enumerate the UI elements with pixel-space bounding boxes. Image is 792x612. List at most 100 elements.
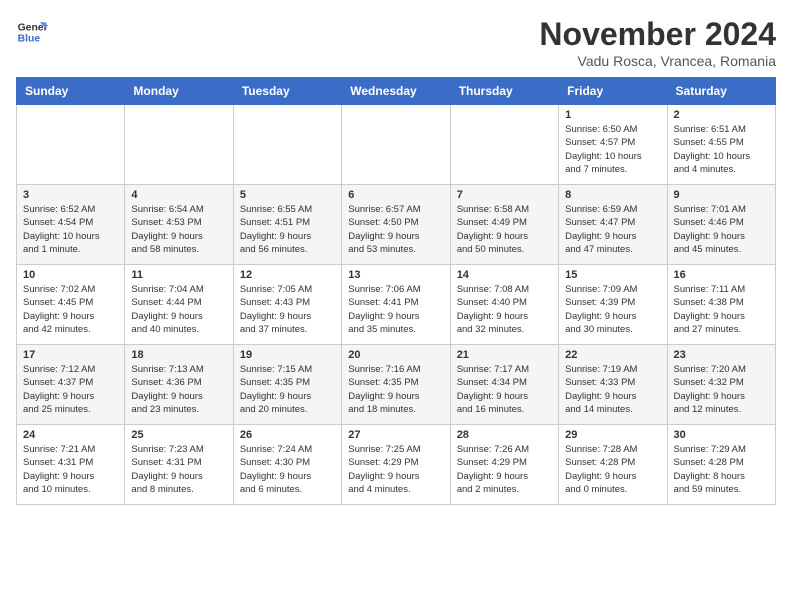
day-number: 3 — [23, 189, 118, 201]
svg-text:Blue: Blue — [18, 34, 41, 45]
day-info: Sunrise: 7:05 AM Sunset: 4:43 PM Dayligh… — [240, 283, 335, 336]
day-info: Sunrise: 7:08 AM Sunset: 4:40 PM Dayligh… — [457, 283, 552, 336]
weekday-header: Wednesday — [342, 78, 450, 105]
day-number: 6 — [348, 189, 443, 201]
weekday-header: Saturday — [667, 78, 775, 105]
weekday-header-row: SundayMondayTuesdayWednesdayThursdayFrid… — [17, 78, 776, 105]
calendar-week-row: 17 Sunrise: 7:12 AM Sunset: 4:37 PM Dayli… — [17, 345, 776, 425]
calendar-cell: 29 Sunrise: 7:28 AM Sunset: 4:28 PM Dayli… — [559, 425, 667, 505]
page-header: General Blue November 2024 Vadu Rosca, V… — [16, 16, 776, 69]
calendar-cell: 26 Sunrise: 7:24 AM Sunset: 4:30 PM Dayli… — [233, 425, 341, 505]
logo: General Blue — [16, 16, 48, 48]
day-number: 10 — [23, 269, 118, 281]
day-number: 20 — [348, 349, 443, 361]
calendar-cell: 21 Sunrise: 7:17 AM Sunset: 4:34 PM Dayli… — [450, 345, 558, 425]
calendar-cell: 17 Sunrise: 7:12 AM Sunset: 4:37 PM Dayli… — [17, 345, 125, 425]
day-number: 7 — [457, 189, 552, 201]
calendar-cell — [233, 105, 341, 185]
day-number: 17 — [23, 349, 118, 361]
day-info: Sunrise: 7:11 AM Sunset: 4:38 PM Dayligh… — [674, 283, 769, 336]
calendar-cell — [342, 105, 450, 185]
calendar-cell: 14 Sunrise: 7:08 AM Sunset: 4:40 PM Dayli… — [450, 265, 558, 345]
day-info: Sunrise: 7:06 AM Sunset: 4:41 PM Dayligh… — [348, 283, 443, 336]
day-number: 18 — [131, 349, 226, 361]
day-info: Sunrise: 7:26 AM Sunset: 4:29 PM Dayligh… — [457, 443, 552, 496]
calendar-cell — [17, 105, 125, 185]
calendar-cell: 3 Sunrise: 6:52 AM Sunset: 4:54 PM Daylig… — [17, 185, 125, 265]
calendar-cell: 27 Sunrise: 7:25 AM Sunset: 4:29 PM Dayli… — [342, 425, 450, 505]
day-info: Sunrise: 7:13 AM Sunset: 4:36 PM Dayligh… — [131, 363, 226, 416]
day-info: Sunrise: 6:54 AM Sunset: 4:53 PM Dayligh… — [131, 203, 226, 256]
day-number: 29 — [565, 429, 660, 441]
calendar-cell: 20 Sunrise: 7:16 AM Sunset: 4:35 PM Dayli… — [342, 345, 450, 425]
weekday-header: Monday — [125, 78, 233, 105]
calendar-cell: 23 Sunrise: 7:20 AM Sunset: 4:32 PM Dayli… — [667, 345, 775, 425]
day-number: 30 — [674, 429, 769, 441]
calendar-cell — [125, 105, 233, 185]
day-number: 5 — [240, 189, 335, 201]
calendar-cell: 19 Sunrise: 7:15 AM Sunset: 4:35 PM Dayli… — [233, 345, 341, 425]
calendar-cell: 24Sunrise: 7:21 AM Sunset: 4:31 PM Dayli… — [17, 425, 125, 505]
day-number: 16 — [674, 269, 769, 281]
day-info: Sunrise: 7:02 AM Sunset: 4:45 PM Dayligh… — [23, 283, 118, 336]
day-info: Sunrise: 7:01 AM Sunset: 4:46 PM Dayligh… — [674, 203, 769, 256]
day-info: Sunrise: 7:29 AM Sunset: 4:28 PM Dayligh… — [674, 443, 769, 496]
calendar-cell — [450, 105, 558, 185]
day-info: Sunrise: 7:28 AM Sunset: 4:28 PM Dayligh… — [565, 443, 660, 496]
logo-icon: General Blue — [16, 16, 48, 48]
calendar-cell: 16 Sunrise: 7:11 AM Sunset: 4:38 PM Dayli… — [667, 265, 775, 345]
calendar-week-row: 10 Sunrise: 7:02 AM Sunset: 4:45 PM Dayli… — [17, 265, 776, 345]
day-number: 23 — [674, 349, 769, 361]
weekday-header: Tuesday — [233, 78, 341, 105]
day-info: Sunrise: 7:16 AM Sunset: 4:35 PM Dayligh… — [348, 363, 443, 416]
calendar-cell: 13 Sunrise: 7:06 AM Sunset: 4:41 PM Dayli… — [342, 265, 450, 345]
day-info: Sunrise: 7:12 AM Sunset: 4:37 PM Dayligh… — [23, 363, 118, 416]
day-info: Sunrise: 7:24 AM Sunset: 4:30 PM Dayligh… — [240, 443, 335, 496]
calendar-cell: 7 Sunrise: 6:58 AM Sunset: 4:49 PM Daylig… — [450, 185, 558, 265]
calendar-cell: 18 Sunrise: 7:13 AM Sunset: 4:36 PM Dayli… — [125, 345, 233, 425]
day-number: 14 — [457, 269, 552, 281]
day-number: 8 — [565, 189, 660, 201]
day-number: 27 — [348, 429, 443, 441]
weekday-header: Thursday — [450, 78, 558, 105]
day-number: 28 — [457, 429, 552, 441]
weekday-header: Sunday — [17, 78, 125, 105]
calendar-week-row: 3 Sunrise: 6:52 AM Sunset: 4:54 PM Daylig… — [17, 185, 776, 265]
calendar-cell: 2 Sunrise: 6:51 AM Sunset: 4:55 PM Daylig… — [667, 105, 775, 185]
day-info: Sunrise: 6:52 AM Sunset: 4:54 PM Dayligh… — [23, 203, 118, 256]
day-info: Sunrise: 7:20 AM Sunset: 4:32 PM Dayligh… — [674, 363, 769, 416]
day-number: 25 — [131, 429, 226, 441]
weekday-header: Friday — [559, 78, 667, 105]
day-info: Sunrise: 7:04 AM Sunset: 4:44 PM Dayligh… — [131, 283, 226, 336]
day-info: Sunrise: 7:25 AM Sunset: 4:29 PM Dayligh… — [348, 443, 443, 496]
day-info: Sunrise: 6:59 AM Sunset: 4:47 PM Dayligh… — [565, 203, 660, 256]
calendar-cell: 25 Sunrise: 7:23 AM Sunset: 4:31 PM Dayli… — [125, 425, 233, 505]
day-number: 26 — [240, 429, 335, 441]
day-number: 19 — [240, 349, 335, 361]
day-number: 2 — [674, 109, 769, 121]
calendar-cell: 6Sunrise: 6:57 AM Sunset: 4:50 PM Daylig… — [342, 185, 450, 265]
day-number: 22 — [565, 349, 660, 361]
day-info: Sunrise: 6:58 AM Sunset: 4:49 PM Dayligh… — [457, 203, 552, 256]
day-number: 12 — [240, 269, 335, 281]
day-number: 24 — [23, 429, 118, 441]
calendar-cell: 8 Sunrise: 6:59 AM Sunset: 4:47 PM Daylig… — [559, 185, 667, 265]
day-number: 21 — [457, 349, 552, 361]
calendar-cell: 10 Sunrise: 7:02 AM Sunset: 4:45 PM Dayli… — [17, 265, 125, 345]
day-info: Sunrise: 7:19 AM Sunset: 4:33 PM Dayligh… — [565, 363, 660, 416]
day-number: 13 — [348, 269, 443, 281]
day-number: 4 — [131, 189, 226, 201]
day-info: Sunrise: 7:17 AM Sunset: 4:34 PM Dayligh… — [457, 363, 552, 416]
calendar-cell: 9 Sunrise: 7:01 AM Sunset: 4:46 PM Daylig… — [667, 185, 775, 265]
day-info: Sunrise: 7:15 AM Sunset: 4:35 PM Dayligh… — [240, 363, 335, 416]
calendar-cell: 4 Sunrise: 6:54 AM Sunset: 4:53 PM Daylig… — [125, 185, 233, 265]
day-info: Sunrise: 6:51 AM Sunset: 4:55 PM Dayligh… — [674, 123, 769, 176]
title-block: November 2024 Vadu Rosca, Vrancea, Roman… — [539, 16, 776, 69]
day-info: Sunrise: 7:23 AM Sunset: 4:31 PM Dayligh… — [131, 443, 226, 496]
day-info: Sunrise: 6:50 AM Sunset: 4:57 PM Dayligh… — [565, 123, 660, 176]
day-number: 9 — [674, 189, 769, 201]
calendar-week-row: 1 Sunrise: 6:50 AM Sunset: 4:57 PM Daylig… — [17, 105, 776, 185]
day-info: Sunrise: 7:09 AM Sunset: 4:39 PM Dayligh… — [565, 283, 660, 336]
calendar-cell: 5Sunrise: 6:55 AM Sunset: 4:51 PM Daylig… — [233, 185, 341, 265]
day-number: 1 — [565, 109, 660, 121]
